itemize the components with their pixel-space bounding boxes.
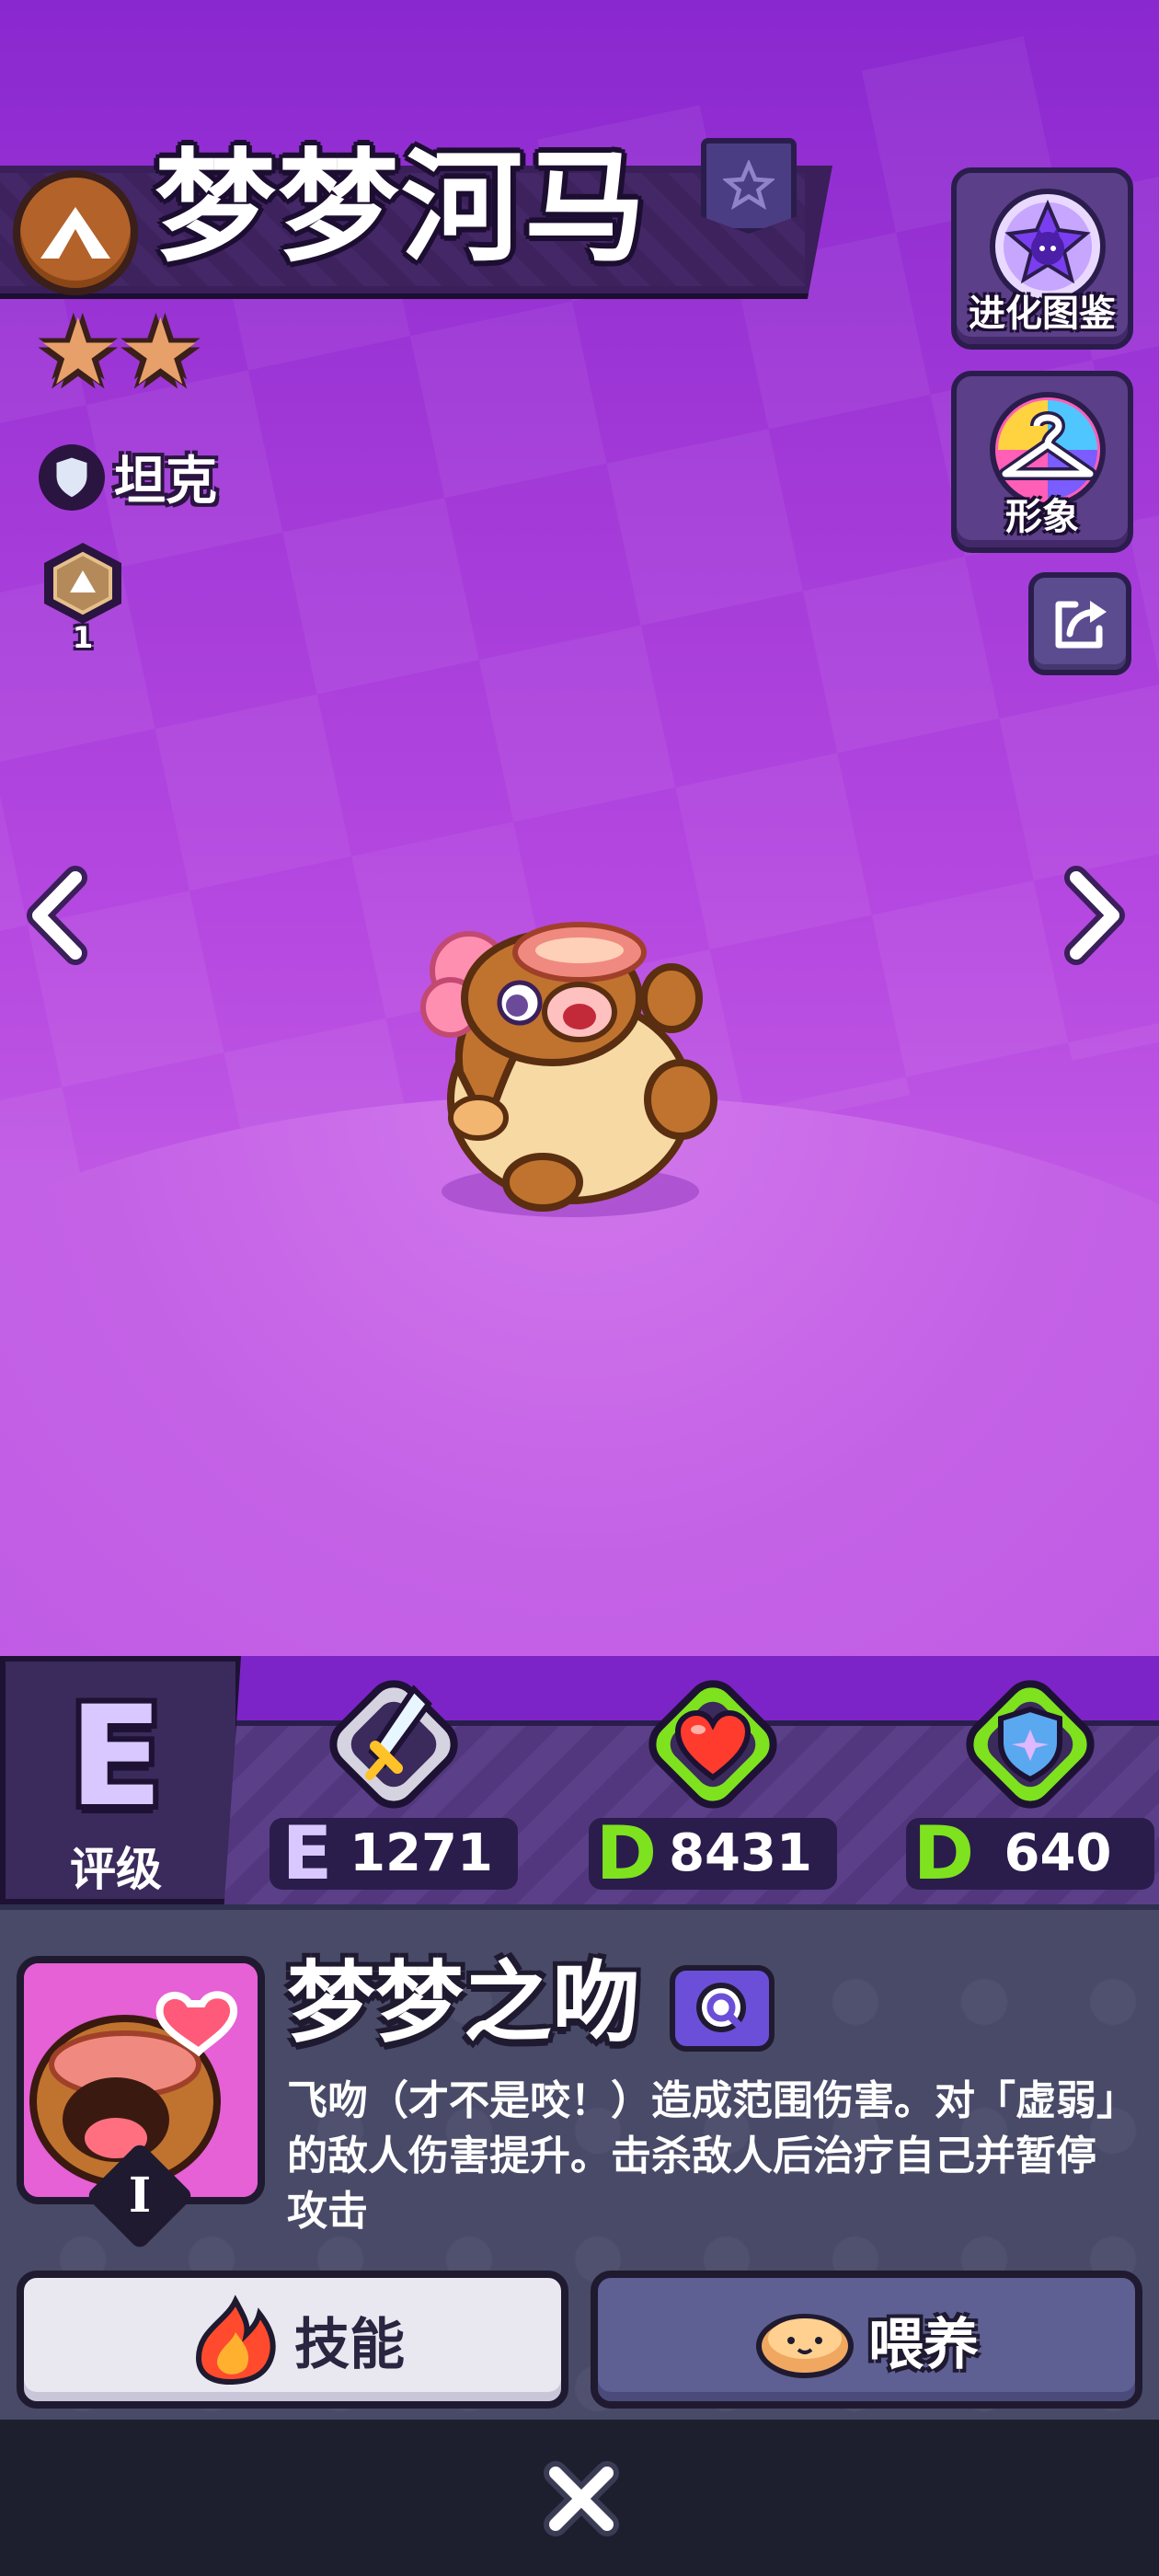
skill-tier: I bbox=[128, 2168, 152, 2224]
chevron-right-icon bbox=[1064, 866, 1125, 965]
close-icon bbox=[544, 2461, 619, 2536]
rarity-badge bbox=[13, 170, 138, 295]
skill-detail-button[interactable] bbox=[670, 1965, 775, 2052]
pet-model[interactable] bbox=[396, 906, 745, 1228]
previous-pet-button[interactable] bbox=[20, 865, 94, 966]
feed-tab-label: 喂养 bbox=[868, 2312, 979, 2377]
feed-tab-button[interactable]: 喂养 bbox=[591, 2271, 1142, 2409]
evolution-codex-button[interactable]: 进化图鉴 bbox=[951, 167, 1133, 350]
role-tag: 坦克 bbox=[39, 440, 217, 514]
close-button[interactable] bbox=[543, 2460, 620, 2537]
skill-tab-label: 技能 bbox=[294, 2312, 405, 2377]
role-label: 坦克 bbox=[114, 452, 217, 512]
star-icon: ★ bbox=[119, 298, 202, 406]
skill-name: 梦梦之吻 bbox=[287, 1951, 640, 2054]
flame-icon bbox=[195, 2294, 276, 2386]
shield-icon bbox=[39, 443, 105, 511]
attack-value: 1271 bbox=[350, 1823, 493, 1883]
skill-description: 飞吻（才不是咬！）造成范围伤害。对「虚弱」的敌人伤害提升。击杀敌人后治疗自己并暂… bbox=[287, 2077, 1117, 2235]
grade-letter: E bbox=[68, 1677, 164, 1837]
heart-icon bbox=[630, 1662, 796, 1827]
share-button[interactable] bbox=[1028, 572, 1131, 675]
next-pet-button[interactable] bbox=[1058, 865, 1131, 966]
defense-value: 640 bbox=[1004, 1823, 1112, 1883]
level-badge: 1 bbox=[37, 539, 129, 655]
sword-icon bbox=[311, 1662, 476, 1827]
chevron-left-icon bbox=[27, 866, 87, 965]
favorite-button[interactable] bbox=[701, 138, 797, 234]
skin-label: 形象 bbox=[1005, 496, 1079, 538]
share-icon bbox=[1055, 601, 1107, 649]
stat-attack[interactable]: E 1271 bbox=[270, 1656, 518, 1904]
shield-icon bbox=[947, 1662, 1113, 1827]
defense-grade: D bbox=[912, 1811, 975, 1896]
hp-value: 8431 bbox=[669, 1823, 812, 1883]
evolution-codex-label: 进化图鉴 bbox=[969, 293, 1116, 335]
hp-grade: D bbox=[595, 1811, 658, 1896]
skin-button[interactable]: 形象 bbox=[951, 371, 1133, 553]
skill-tier-badge: I bbox=[85, 2141, 195, 2251]
bread-icon bbox=[756, 2314, 854, 2378]
overall-grade[interactable]: E 评级 bbox=[0, 1656, 241, 1904]
mountain-icon bbox=[40, 207, 110, 259]
pet-name: 梦梦河马 bbox=[155, 137, 648, 279]
stats-bar: E 评级 E 1271 D 8431 D 640 bbox=[0, 1656, 1159, 1904]
level-number: 1 bbox=[72, 620, 94, 655]
star-icon bbox=[723, 160, 775, 211]
bottom-bar bbox=[0, 2420, 1159, 2576]
magnifier-icon bbox=[696, 1983, 746, 2032]
attack-grade: E bbox=[281, 1811, 333, 1896]
star-icon: ★ bbox=[37, 298, 120, 406]
star-rating: ★ ★ bbox=[37, 306, 201, 398]
stat-hp[interactable]: D 8431 bbox=[589, 1656, 837, 1904]
skill-tab-button[interactable]: 技能 bbox=[17, 2271, 568, 2409]
grade-label: 评级 bbox=[70, 1843, 162, 1896]
stat-defense[interactable]: D 640 bbox=[906, 1656, 1154, 1904]
